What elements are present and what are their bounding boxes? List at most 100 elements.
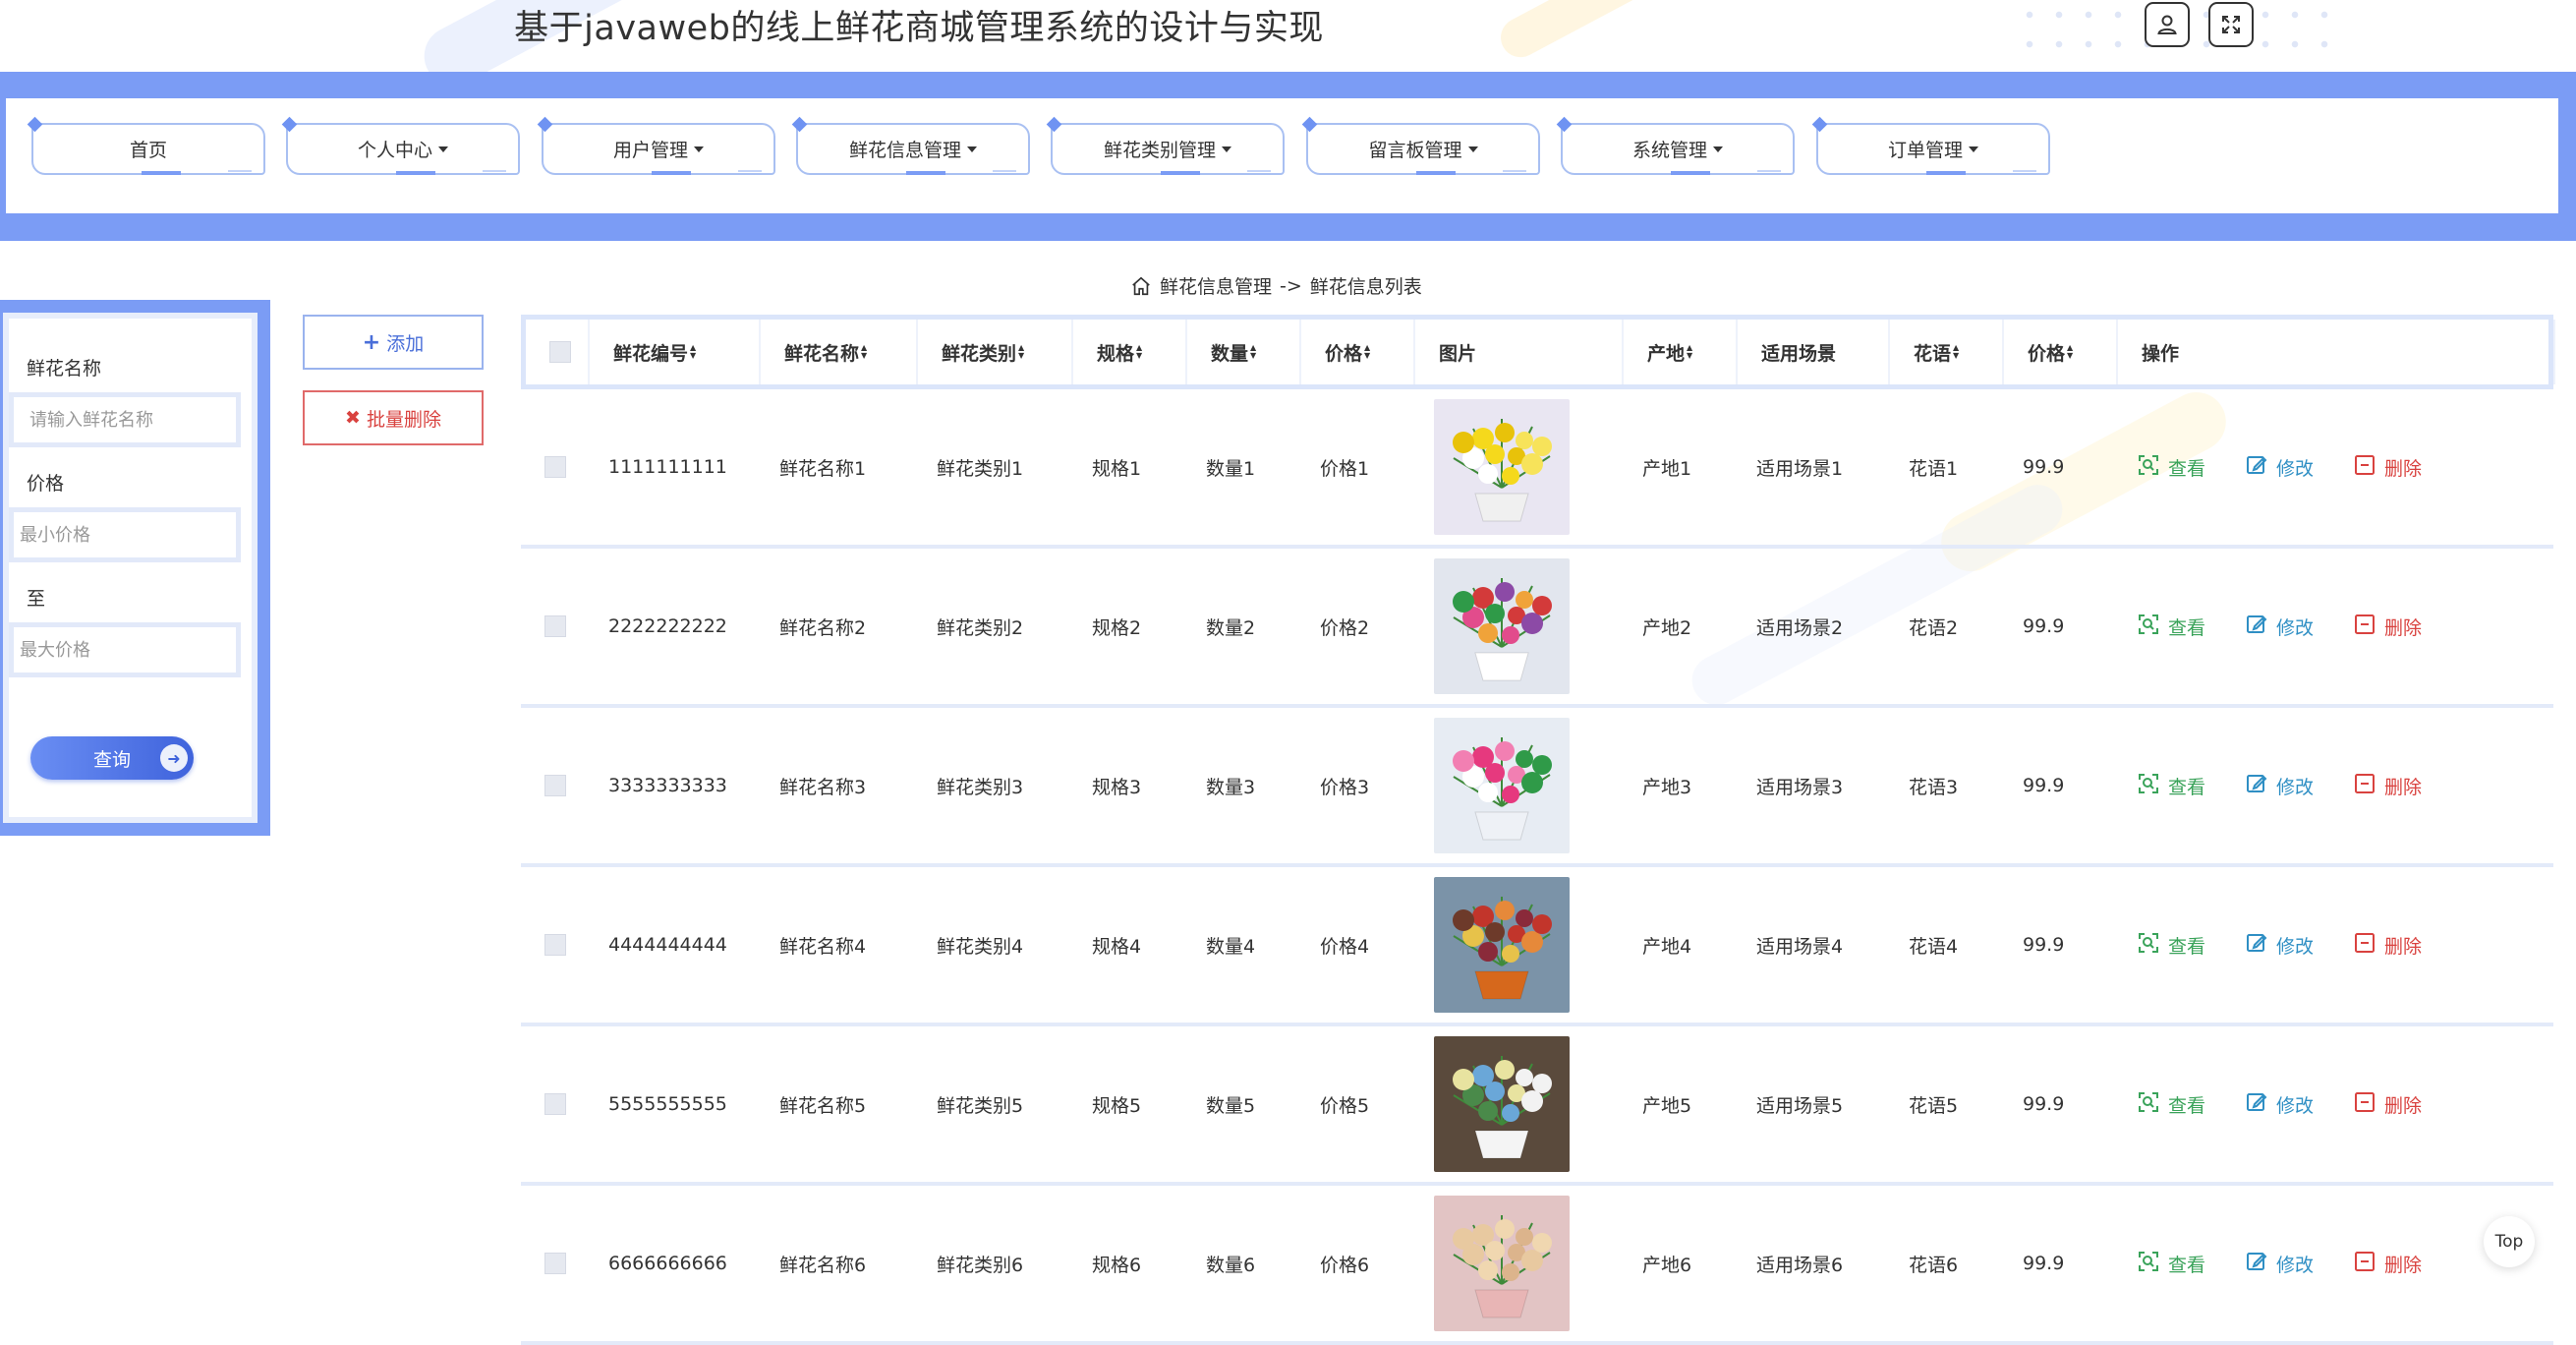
sort-icon[interactable]: ▲ ▼ <box>1018 344 1027 360</box>
cell-origin: 产地5 <box>1642 1094 1692 1117</box>
min-price-input[interactable] <box>9 507 241 562</box>
view-icon <box>2137 1090 2160 1119</box>
nav-item-system[interactable]: 系统管理 <box>1556 116 1795 175</box>
sort-icon[interactable]: ▲ ▼ <box>1687 344 1695 360</box>
action-label: 修改 <box>2276 1254 2315 1276</box>
image-cell <box>1410 389 1619 545</box>
delete-button[interactable]: 删除 <box>2353 453 2422 482</box>
user-button[interactable] <box>2145 2 2190 47</box>
view-button[interactable]: 查看 <box>2137 931 2205 960</box>
view-icon <box>2137 931 2160 960</box>
view-button[interactable]: 查看 <box>2137 453 2205 482</box>
cell-price2: 99.9 <box>2023 1093 2065 1115</box>
delete-button[interactable]: 删除 <box>2353 1090 2422 1119</box>
back-to-top-button[interactable]: Top <box>2484 1216 2535 1267</box>
cell-category: 鲜花类别3 <box>937 776 1024 798</box>
query-button[interactable]: 查询 ➜ <box>30 736 194 780</box>
nav-item-home[interactable]: 首页 <box>27 116 265 175</box>
batch-delete-button[interactable]: ✖ 批量删除 <box>303 390 484 445</box>
edit-button[interactable]: 修改 <box>2245 453 2314 482</box>
search-panel-inner: 鲜花名称 价格 至 查询 ➜ <box>3 313 258 823</box>
table-header: 鲜花编号 ▲ ▼ 鲜花名称 ▲ ▼ 鲜花类别 ▲ ▼ 规格 ▲ ▼ 数量 ▲ ▼ 价格 ▲ ▼ 图片 产地 ▲ ▼ 适用场景… <box>521 315 2555 389</box>
row-checkbox[interactable] <box>544 615 566 637</box>
header-label: 规格 <box>1097 342 1135 365</box>
header-flower-language[interactable]: 花语 ▲ ▼ <box>1890 320 2004 384</box>
cell-id: 6666666666 <box>608 1253 727 1274</box>
row-checkbox[interactable] <box>544 775 566 796</box>
header-price-2[interactable]: 价格 ▲ ▼ <box>2004 320 2118 384</box>
select-all-checkbox[interactable] <box>549 341 571 363</box>
header-spec[interactable]: 规格 ▲ ▼ <box>1073 320 1187 384</box>
header-flower-id[interactable]: 鲜花编号 ▲ ▼ <box>590 320 761 384</box>
flower-thumbnail[interactable] <box>1434 558 1570 694</box>
view-button[interactable]: 查看 <box>2137 613 2205 641</box>
diamond-icon <box>1556 116 1573 133</box>
flower-thumbnail[interactable] <box>1434 718 1570 853</box>
plus-icon: + <box>362 329 381 355</box>
row-checkbox[interactable] <box>544 934 566 956</box>
cell-id: 1111111111 <box>608 456 727 478</box>
user-icon <box>2157 15 2177 34</box>
sort-icon[interactable]: ▲ ▼ <box>1250 344 1259 360</box>
header-label: 操作 <box>2142 342 2180 365</box>
flower-thumbnail[interactable] <box>1434 399 1570 535</box>
view-button[interactable]: 查看 <box>2137 1250 2205 1278</box>
nav-decoration <box>142 171 181 175</box>
sort-icon[interactable]: ▲ ▼ <box>1364 344 1373 360</box>
edit-button[interactable]: 修改 <box>2245 931 2314 960</box>
max-price-input[interactable] <box>9 622 241 677</box>
edit-button[interactable]: 修改 <box>2245 772 2314 800</box>
edit-button[interactable]: 修改 <box>2245 1090 2314 1119</box>
nav-item-orders[interactable]: 订单管理 <box>1811 116 2050 175</box>
cell-qty: 数量3 <box>1206 776 1256 798</box>
row-checkbox[interactable] <box>544 1093 566 1115</box>
cell-id: 3333333333 <box>608 775 727 796</box>
nav-item-message-board[interactable]: 留言板管理 <box>1301 116 1540 175</box>
minus-square-icon <box>2353 453 2376 482</box>
view-button[interactable]: 查看 <box>2137 1090 2205 1119</box>
sort-icon[interactable]: ▲ ▼ <box>1953 344 1962 360</box>
cell-origin: 产地3 <box>1642 776 1692 798</box>
flower-name-input[interactable] <box>9 392 241 447</box>
row-checkbox-cell <box>521 1186 585 1341</box>
sort-icon[interactable]: ▲ ▼ <box>1136 344 1145 360</box>
action-label: 删除 <box>2384 776 2423 798</box>
sort-icon[interactable]: ▲ ▼ <box>2067 344 2076 360</box>
nav-item-flower-info[interactable]: 鲜花信息管理 <box>791 116 1030 175</box>
sort-icon[interactable]: ▲ ▼ <box>690 344 699 360</box>
header-origin[interactable]: 产地 ▲ ▼ <box>1624 320 1738 384</box>
sort-icon[interactable]: ▲ ▼ <box>861 344 870 360</box>
flower-image <box>1434 399 1570 535</box>
nav-decoration <box>1161 171 1200 175</box>
edit-button[interactable]: 修改 <box>2245 1250 2314 1278</box>
fullscreen-button[interactable] <box>2208 2 2254 47</box>
edit-button[interactable]: 修改 <box>2245 613 2314 641</box>
header-flower-name[interactable]: 鲜花名称 ▲ ▼ <box>761 320 918 384</box>
nav-item-flower-category[interactable]: 鲜花类别管理 <box>1046 116 1285 175</box>
row-checkbox[interactable] <box>544 1253 566 1274</box>
cell-price: 价格2 <box>1320 616 1370 639</box>
delete-button[interactable]: 删除 <box>2353 772 2422 800</box>
table-row: 4444444444 鲜花名称4 鲜花类别4 规格4 数量4 价格4 产地4 适用场景4 花语… <box>521 867 2553 1026</box>
action-label: 查看 <box>2168 935 2206 958</box>
view-icon <box>2137 453 2160 482</box>
header-flower-category[interactable]: 鲜花类别 ▲ ▼ <box>918 320 1073 384</box>
delete-button[interactable]: 删除 <box>2353 931 2422 960</box>
breadcrumb-section[interactable]: 鲜花信息管理 <box>1160 272 1272 299</box>
breadcrumb-current: 鲜花信息列表 <box>1309 276 1422 298</box>
delete-button[interactable]: 删除 <box>2353 613 2422 641</box>
nav-item-user-management[interactable]: 用户管理 <box>537 116 775 175</box>
nav-item-personal-center[interactable]: 个人中心 <box>281 116 520 175</box>
header-label: 花语 <box>1914 342 1952 365</box>
breadcrumb-separator: -> <box>1280 274 1302 297</box>
flower-thumbnail[interactable] <box>1434 1196 1570 1331</box>
header-quantity[interactable]: 数量 ▲ ▼ <box>1187 320 1301 384</box>
cell-scene: 适用场景4 <box>1756 935 1844 958</box>
add-button[interactable]: + 添加 <box>303 315 484 370</box>
view-button[interactable]: 查看 <box>2137 772 2205 800</box>
delete-button[interactable]: 删除 <box>2353 1250 2422 1278</box>
flower-thumbnail[interactable] <box>1434 877 1570 1013</box>
row-checkbox[interactable] <box>544 456 566 478</box>
header-price[interactable]: 价格 ▲ ▼ <box>1301 320 1415 384</box>
flower-thumbnail[interactable] <box>1434 1036 1570 1172</box>
